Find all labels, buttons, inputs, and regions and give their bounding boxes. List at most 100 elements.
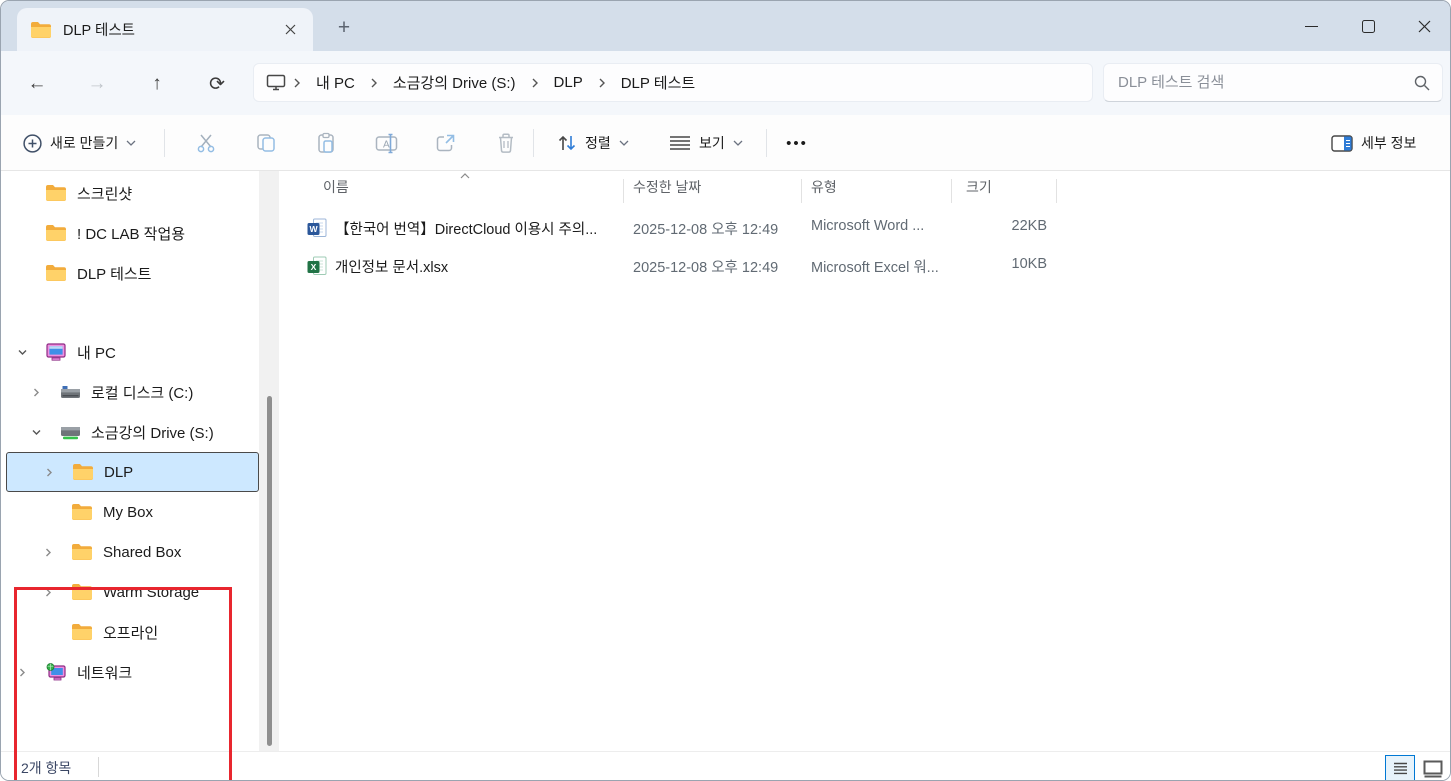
sidebar-item-network[interactable]: 네트워크 bbox=[1, 652, 259, 692]
up-button[interactable]: ↑ bbox=[140, 67, 174, 101]
maximize-icon bbox=[1361, 19, 1375, 33]
sidebar-item-label: 네트워크 bbox=[77, 664, 133, 682]
details-view-toggle[interactable] bbox=[1385, 755, 1415, 780]
this-pc-icon bbox=[45, 343, 67, 361]
sidebar-item-dlp-test[interactable]: DLP 테스트 bbox=[1, 253, 259, 293]
sort-button[interactable]: 정렬 bbox=[549, 125, 637, 161]
chevron-down-icon[interactable] bbox=[15, 347, 29, 358]
column-header-size[interactable]: 크기 bbox=[966, 177, 992, 197]
view-list-icon bbox=[670, 136, 690, 150]
search-icon[interactable] bbox=[1414, 75, 1430, 91]
scrollbar-thumb[interactable] bbox=[267, 396, 272, 746]
column-separator[interactable] bbox=[951, 179, 952, 203]
search-box[interactable] bbox=[1103, 63, 1443, 102]
sidebar-item-dlp-folder[interactable]: DLP bbox=[6, 452, 259, 492]
breadcrumb-item-dlp-test[interactable]: DLP 테스트 bbox=[613, 68, 703, 97]
explorer-tab[interactable]: DLP 테스트 bbox=[17, 8, 313, 51]
cut-button[interactable] bbox=[188, 127, 224, 159]
column-separator[interactable] bbox=[1056, 179, 1057, 203]
view-button-label: 보기 bbox=[699, 135, 725, 151]
forward-icon: → bbox=[87, 73, 107, 94]
folder-icon bbox=[31, 21, 51, 38]
sort-button-label: 정렬 bbox=[585, 135, 611, 151]
minimize-button[interactable] bbox=[1282, 1, 1340, 51]
folder-icon bbox=[71, 504, 93, 520]
chevron-right-icon[interactable] bbox=[29, 387, 43, 398]
chevron-right-icon bbox=[595, 78, 609, 88]
sidebar-item-label: My Box bbox=[103, 503, 154, 521]
column-separator[interactable] bbox=[623, 179, 624, 203]
file-row-word[interactable]: W 【한국어 번역】DirectCloud 이용시 주의... 2025-12-… bbox=[293, 209, 1433, 247]
sidebar-item-shared-box[interactable]: Shared Box bbox=[1, 532, 259, 572]
sidebar-item-screenshots[interactable]: 스크린샷 bbox=[1, 173, 259, 213]
sidebar-item-drive-s[interactable]: 소금강의 Drive (S:) bbox=[1, 412, 259, 452]
maximize-button[interactable] bbox=[1339, 1, 1397, 51]
chevron-right-icon[interactable] bbox=[15, 667, 29, 678]
navigation-bar: ← → ↑ ⟳ 내 PC 소금강의 Drive (S:) DLP DLP 테스트 bbox=[1, 51, 1450, 116]
share-icon bbox=[436, 134, 455, 152]
breadcrumb-item-drive[interactable]: 소금강의 Drive (S:) bbox=[385, 68, 524, 97]
content-view-icon bbox=[1423, 760, 1442, 777]
new-button[interactable]: 새로 만들기 bbox=[15, 125, 144, 161]
sidebar-scrollbar[interactable] bbox=[259, 171, 279, 751]
chevron-right-icon[interactable] bbox=[42, 467, 56, 478]
share-button[interactable] bbox=[428, 127, 464, 159]
column-separator[interactable] bbox=[801, 179, 802, 203]
search-input[interactable] bbox=[1116, 73, 1414, 92]
chevron-right-icon[interactable] bbox=[41, 587, 55, 598]
file-row-excel[interactable]: X 개인정보 문서.xlsx 2025-12-08 오후 12:49 Micro… bbox=[293, 247, 1433, 285]
sidebar-item-label: Shared Box bbox=[103, 543, 182, 561]
rename-button[interactable]: A bbox=[368, 127, 404, 159]
excel-file-icon: X bbox=[307, 256, 327, 281]
sidebar-item-warm-storage[interactable]: Warm Storage bbox=[1, 572, 259, 612]
refresh-button[interactable]: ⟳ bbox=[200, 67, 234, 101]
breadcrumb[interactable]: 내 PC 소금강의 Drive (S:) DLP DLP 테스트 bbox=[253, 63, 1093, 102]
content-view-toggle[interactable] bbox=[1420, 757, 1446, 780]
toolbar-divider bbox=[533, 129, 534, 157]
copy-button[interactable] bbox=[248, 127, 284, 159]
breadcrumb-item-pc[interactable]: 내 PC bbox=[308, 68, 363, 97]
details-pane-button[interactable]: 세부 정보 bbox=[1323, 125, 1424, 161]
file-date: 2025-12-08 오후 12:49 bbox=[633, 260, 779, 276]
file-explorer-window: DLP 테스트 + ← → ↑ ⟳ 내 PC 소금강의 Drive (S:) D… bbox=[0, 0, 1451, 781]
file-type: Microsoft Word ... bbox=[811, 218, 925, 234]
chevron-down-icon bbox=[619, 140, 629, 146]
back-button[interactable]: ← bbox=[20, 67, 54, 101]
chevron-right-icon bbox=[528, 78, 542, 88]
toolbar-divider bbox=[164, 129, 165, 157]
item-count: 2개 항목 bbox=[21, 760, 72, 776]
sort-icon bbox=[558, 135, 576, 151]
breadcrumb-item-dlp[interactable]: DLP bbox=[546, 70, 591, 95]
chevron-down-icon[interactable] bbox=[29, 427, 43, 438]
paste-icon bbox=[318, 132, 334, 153]
tab-title: DLP 테스트 bbox=[63, 23, 135, 39]
column-header-date[interactable]: 수정한 날짜 bbox=[633, 177, 701, 197]
sidebar-item-label: DLP 테스트 bbox=[77, 265, 152, 283]
folder-icon bbox=[45, 225, 67, 241]
forward-button[interactable]: → bbox=[80, 67, 114, 101]
column-header-type[interactable]: 유형 bbox=[811, 177, 837, 197]
sidebar-item-my-box[interactable]: My Box bbox=[1, 492, 259, 532]
sidebar-item-dc-lab[interactable]: ! DC LAB 작업용 bbox=[1, 213, 259, 253]
minimize-icon bbox=[1304, 25, 1318, 27]
sidebar-item-this-pc[interactable]: 내 PC bbox=[1, 332, 259, 372]
folder-icon bbox=[45, 265, 67, 281]
paste-button[interactable] bbox=[308, 127, 344, 159]
folder-icon bbox=[45, 185, 67, 201]
close-button[interactable] bbox=[1395, 1, 1450, 51]
more-options-button[interactable]: ••• bbox=[779, 127, 815, 159]
view-button[interactable]: 보기 bbox=[661, 125, 751, 161]
tab-close-icon[interactable] bbox=[277, 17, 303, 43]
sidebar-item-local-disk-c[interactable]: 로컬 디스크 (C:) bbox=[1, 372, 259, 412]
file-type: Microsoft Excel 워... bbox=[811, 260, 939, 276]
sidebar-item-offline[interactable]: 오프라인 bbox=[1, 612, 259, 652]
chevron-right-icon bbox=[290, 78, 304, 88]
delete-button[interactable] bbox=[488, 127, 524, 159]
column-header-name[interactable]: 이름 bbox=[323, 177, 349, 197]
new-tab-button[interactable]: + bbox=[329, 13, 359, 43]
file-name: 개인정보 문서.xlsx bbox=[335, 260, 449, 276]
command-toolbar: 새로 만들기 A 정렬 보기 ••• 세부 정보 bbox=[1, 115, 1450, 171]
disk-drive-icon bbox=[59, 385, 81, 400]
chevron-right-icon[interactable] bbox=[41, 547, 55, 558]
sidebar-item-label: 로컬 디스크 (C:) bbox=[91, 384, 194, 402]
